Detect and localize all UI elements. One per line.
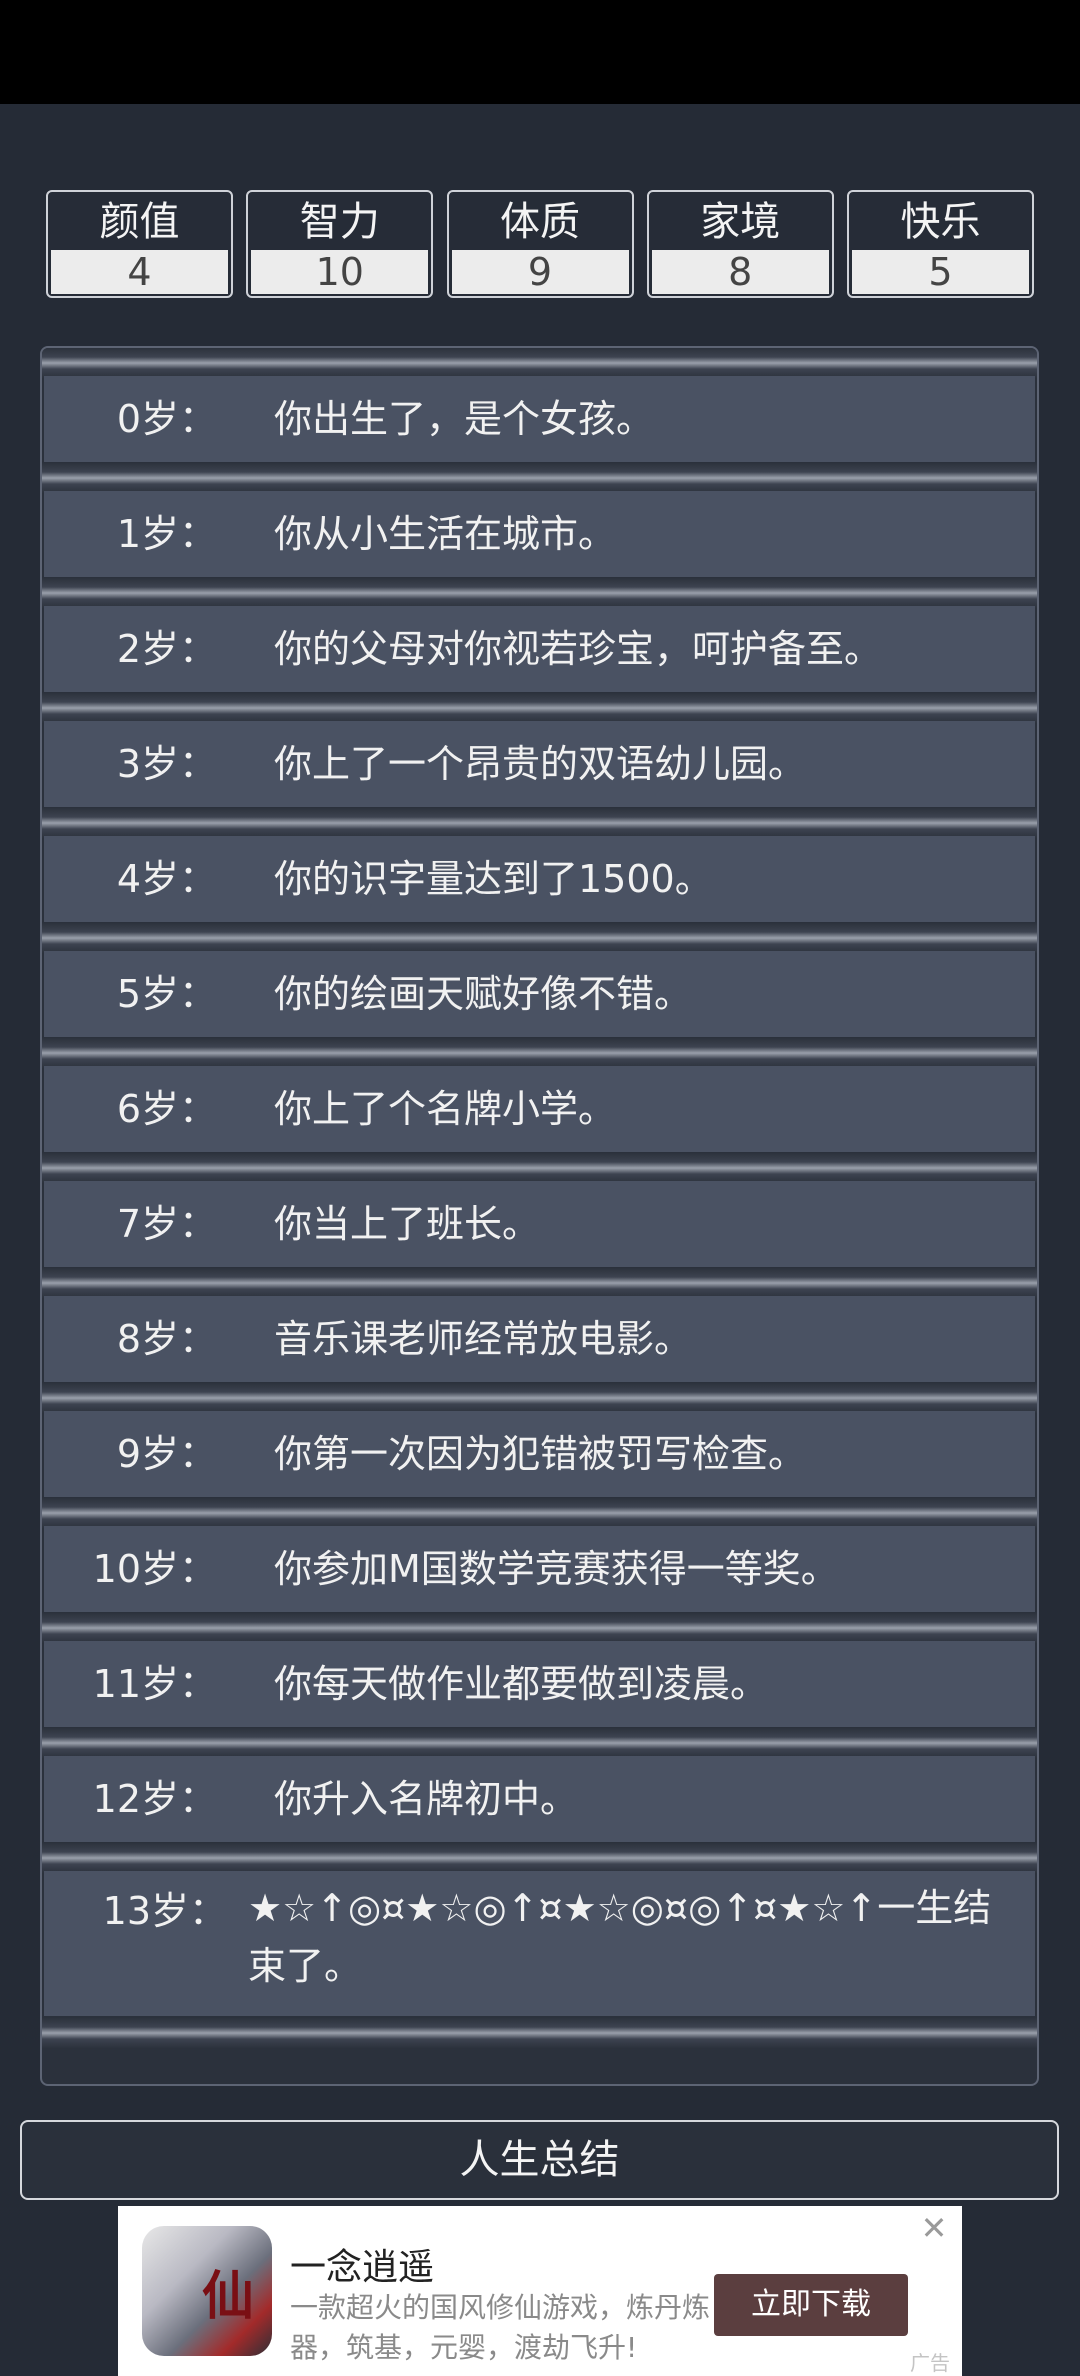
attribute-panel: 颜值 4 智力 10 体质 9 家境 8 快乐 5 xyxy=(46,190,1034,300)
ad-title[interactable]: 一念逍遥 xyxy=(290,2238,434,2290)
event-row: 0岁： 你出生了，是个女孩。 xyxy=(42,348,1037,463)
event-text: ★☆↑◎¤★☆◎↑¤★☆◎¤◎↑¤★☆↑一生结束了。 xyxy=(248,1886,992,1988)
event-text: 你出生了，是个女孩。 xyxy=(274,397,655,441)
event-row: 11岁： 你每天做作业都要做到凌晨。 xyxy=(42,1613,1037,1728)
app-icon-glyph: 仙 xyxy=(201,2267,254,2327)
event-age: 6岁： xyxy=(116,1087,217,1131)
event-text: 你升入名牌初中。 xyxy=(274,1777,579,1821)
event-row: 7岁： 你当上了班长。 xyxy=(42,1153,1037,1268)
row-divider xyxy=(42,1383,1037,1413)
stat-label: 智力 xyxy=(299,199,380,245)
event-age: 9岁： xyxy=(116,1432,217,1476)
event-row: 5岁： 你的绘画天赋好像不错。 xyxy=(42,923,1037,1038)
life-summary-button[interactable]: 人生总结 xyxy=(20,2120,1059,2200)
event-text: 你的父母对你视若珍宝，呵护备至。 xyxy=(274,627,883,671)
event-text: 你上了个名牌小学。 xyxy=(274,1087,617,1131)
event-age: 1岁： xyxy=(116,512,217,556)
event-row-final: 13岁： ★☆↑◎¤★☆◎↑¤★☆◎¤◎↑¤★☆↑一生结束了。 xyxy=(42,1843,1037,2018)
ad-description: 一款超火的国风修仙游戏，炼丹炼器，筑基，元婴，渡劫飞升! xyxy=(290,2291,711,2364)
ad-banner[interactable]: 仙 ✕ 一念逍遥 一款超火的国风修仙游戏，炼丹炼器，筑基，元婴，渡劫飞升! 立即… xyxy=(118,2206,962,2376)
row-divider xyxy=(42,348,1037,378)
event-row: 2岁： 你的父母对你视若珍宝，呵护备至。 xyxy=(42,578,1037,693)
row-divider xyxy=(42,1728,1037,1758)
event-age: 3岁： xyxy=(116,742,217,786)
event-text: 你的识字量达到了1500。 xyxy=(274,857,713,901)
event-age: 12岁： xyxy=(92,1777,217,1821)
row-divider xyxy=(42,2018,1037,2048)
app-icon[interactable]: 仙 xyxy=(142,2226,272,2356)
event-row: 4岁： 你的识字量达到了1500。 xyxy=(42,808,1037,923)
stat-family: 家境 8 xyxy=(646,190,834,298)
event-row: 8岁： 音乐课老师经常放电影。 xyxy=(42,1268,1037,1383)
event-age: 8岁： xyxy=(116,1317,217,1361)
row-divider xyxy=(42,1268,1037,1298)
event-row: 3岁： 你上了一个昂贵的双语幼儿园。 xyxy=(42,693,1037,808)
event-age: 13岁： xyxy=(102,1889,227,1933)
event-text: 你第一次因为犯错被罚写检查。 xyxy=(274,1432,807,1476)
row-divider xyxy=(42,693,1037,723)
event-age: 0岁： xyxy=(116,397,217,441)
status-bar xyxy=(0,0,1080,104)
stat-value: 9 xyxy=(451,250,629,294)
event-text: 你当上了班长。 xyxy=(274,1202,541,1246)
row-divider xyxy=(42,463,1037,493)
stat-constitution: 体质 9 xyxy=(446,190,634,298)
event-row: 1岁： 你从小生活在城市。 xyxy=(42,463,1037,578)
stat-label: 颜值 xyxy=(99,199,180,245)
event-row: 10岁： 你参加M国数学竞赛获得一等奖。 xyxy=(42,1498,1037,1613)
event-row: 6岁： 你上了个名牌小学。 xyxy=(42,1038,1037,1153)
stat-appearance: 颜值 4 xyxy=(46,190,233,298)
event-text: 你从小生活在城市。 xyxy=(274,512,617,556)
row-divider xyxy=(42,1498,1037,1528)
stat-label: 体质 xyxy=(500,199,580,245)
stat-value: 8 xyxy=(651,250,829,294)
event-age: 10岁： xyxy=(92,1547,217,1591)
row-divider xyxy=(42,808,1037,838)
row-divider xyxy=(42,578,1037,608)
stat-value: 4 xyxy=(51,250,228,294)
event-age: 7岁： xyxy=(116,1202,217,1246)
stat-intelligence: 智力 10 xyxy=(246,190,434,298)
stat-happiness: 快乐 5 xyxy=(847,190,1034,298)
stat-label: 快乐 xyxy=(900,199,981,245)
event-text: 你上了一个昂贵的双语幼儿园。 xyxy=(274,742,807,786)
event-text: 你的绘画天赋好像不错。 xyxy=(274,972,693,1016)
event-row: 12岁： 你升入名牌初中。 xyxy=(42,1728,1037,1843)
row-divider xyxy=(42,1613,1037,1643)
life-event-list[interactable]: 0岁： 你出生了，是个女孩。 1岁： 你从小生活在城市。 2岁： 你的父母对你视… xyxy=(40,346,1039,2086)
stat-value: 5 xyxy=(852,250,1029,294)
row-divider xyxy=(42,1153,1037,1183)
stat-label: 家境 xyxy=(700,199,781,245)
row-divider xyxy=(42,923,1037,953)
event-age: 4岁： xyxy=(116,857,217,901)
event-text: 音乐课老师经常放电影。 xyxy=(274,1317,693,1361)
event-age: 2岁： xyxy=(116,627,217,671)
ad-label: 广告 xyxy=(910,2351,950,2375)
event-text: 你每天做作业都要做到凌晨。 xyxy=(274,1662,769,1706)
row-divider xyxy=(42,1843,1037,1873)
stat-value: 10 xyxy=(251,250,429,294)
event-row: 9岁： 你第一次因为犯错被罚写检查。 xyxy=(42,1383,1037,1498)
row-divider xyxy=(42,1038,1037,1068)
event-age: 11岁： xyxy=(92,1662,217,1706)
download-button[interactable]: 立即下载 xyxy=(714,2274,908,2336)
close-icon[interactable]: ✕ xyxy=(916,2210,952,2246)
event-text: 你参加M国数学竞赛获得一等奖。 xyxy=(274,1547,839,1591)
event-age: 5岁： xyxy=(116,972,217,1016)
